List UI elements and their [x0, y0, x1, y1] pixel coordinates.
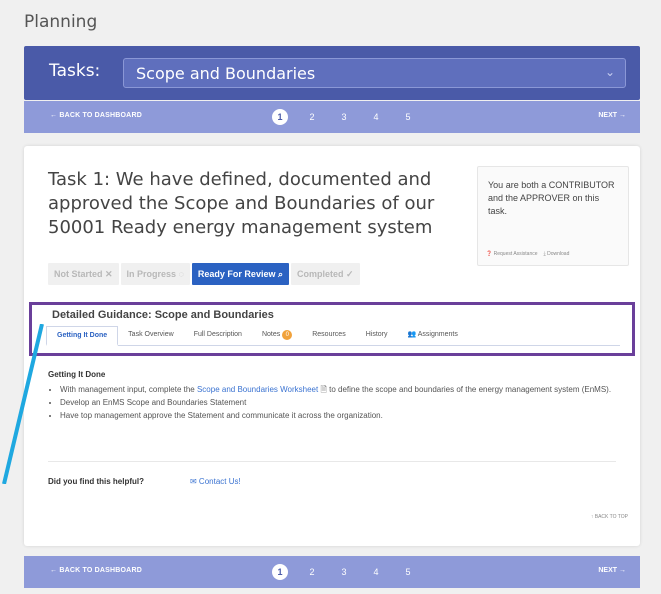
- status-in-progress[interactable]: In Progress ◌: [120, 263, 190, 285]
- chevron-down-icon: ⌄: [604, 65, 615, 79]
- page-1[interactable]: 1: [272, 564, 288, 580]
- list-item: Have top management approve the Statemen…: [60, 409, 628, 422]
- status-completed[interactable]: Completed ✓: [291, 263, 360, 285]
- tab-notes-label: Notes: [261, 331, 281, 338]
- tab-assignments[interactable]: 👥 Assignments: [397, 326, 467, 346]
- tab-getting-it-done[interactable]: Getting It Done: [46, 326, 119, 346]
- tab-full-description[interactable]: Full Description: [184, 326, 252, 346]
- back-to-top-link[interactable]: ↑ BACK TO TOP: [591, 514, 628, 520]
- list-item: With management input, complete the Scop…: [60, 383, 628, 396]
- guidance-title: Detailed Guidance: Scope and Boundaries: [52, 309, 274, 321]
- page-4[interactable]: 4: [368, 564, 384, 580]
- download-link[interactable]: ⤓ Download: [544, 251, 570, 257]
- page-5[interactable]: 5: [400, 564, 416, 580]
- page-2[interactable]: 2: [304, 109, 320, 125]
- page-2[interactable]: 2: [304, 564, 320, 580]
- page-1[interactable]: 1: [272, 109, 288, 125]
- guidance-highlight: Detailed Guidance: Scope and Boundaries …: [29, 302, 635, 356]
- tab-assignments-label: Assignments: [417, 331, 458, 338]
- contact-us-link[interactable]: ✉ Contact Us!: [190, 477, 241, 486]
- pagination: 1 2 3 4 5: [272, 564, 416, 580]
- request-assistance-link[interactable]: ❓ Request Assistance: [486, 251, 538, 257]
- users-icon: 👥: [407, 331, 417, 338]
- top-nav-bar: ← BACK TO DASHBOARD 1 2 3 4 5 NEXT →: [24, 101, 640, 133]
- role-box: You are both a CONTRIBUTOR and the APPRO…: [477, 166, 629, 266]
- tab-notes[interactable]: Notes 0: [252, 326, 302, 346]
- next-link[interactable]: NEXT →: [598, 567, 626, 574]
- tab-resources[interactable]: Resources: [302, 326, 355, 346]
- worksheet-link[interactable]: Scope and Boundaries Worksheet: [197, 385, 318, 394]
- task-header: Tasks: Scope and Boundaries ⌄: [24, 46, 640, 100]
- bullet-text: With management input, complete the: [60, 385, 197, 394]
- bottom-nav-bar: ← BACK TO DASHBOARD 1 2 3 4 5 NEXT →: [24, 556, 640, 588]
- page-title: Planning: [24, 12, 98, 32]
- helpful-question: Did you find this helpful?: [48, 477, 144, 486]
- task-select[interactable]: Scope and Boundaries ⌄: [123, 58, 626, 88]
- pagination: 1 2 3 4 5: [272, 109, 416, 125]
- callout-arrow: [2, 324, 44, 484]
- task-title: Task 1: We have defined, documented and …: [48, 169, 435, 238]
- next-link[interactable]: NEXT →: [598, 112, 626, 119]
- tab-history[interactable]: History: [356, 326, 398, 346]
- page-4[interactable]: 4: [368, 109, 384, 125]
- page-3[interactable]: 3: [336, 564, 352, 580]
- back-to-dashboard-link[interactable]: ← BACK TO DASHBOARD: [50, 567, 142, 574]
- page-3[interactable]: 3: [336, 109, 352, 125]
- tab-task-overview[interactable]: Task Overview: [118, 326, 184, 346]
- status-ready-for-review[interactable]: Ready For Review ⌕: [191, 263, 289, 285]
- guidance-tabs: Getting It Done Task Overview Full Descr…: [46, 326, 620, 346]
- notes-count-badge: 0: [282, 330, 293, 340]
- guidance-content: Getting It Done With management input, c…: [48, 370, 628, 422]
- page-5[interactable]: 5: [400, 109, 416, 125]
- tasks-label: Tasks:: [49, 61, 101, 81]
- list-item: Develop an EnMS Scope and Boundaries Sta…: [60, 396, 628, 409]
- back-to-dashboard-link[interactable]: ← BACK TO DASHBOARD: [50, 112, 142, 119]
- role-text: You are both a CONTRIBUTOR and the APPRO…: [488, 180, 615, 216]
- content-heading: Getting It Done: [48, 370, 106, 379]
- bullet-text: to define the scope and boundaries of th…: [326, 385, 612, 394]
- divider: [48, 461, 616, 462]
- status-not-started[interactable]: Not Started ✕: [48, 263, 119, 285]
- status-row: Not Started ✕ In Progress ◌ Ready For Re…: [48, 263, 360, 285]
- task-card: Task 1: We have defined, documented and …: [24, 146, 640, 546]
- task-select-value: Scope and Boundaries: [136, 64, 316, 83]
